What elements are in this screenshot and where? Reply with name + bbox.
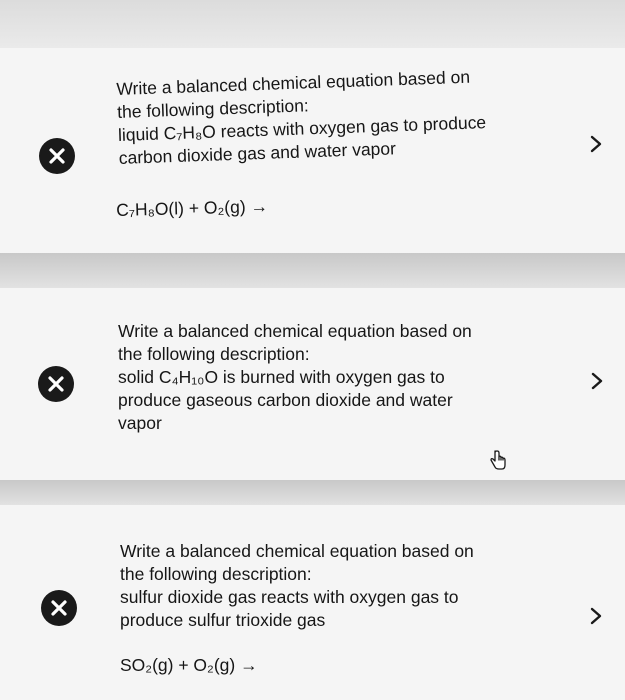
question-3-line-1: Write a balanced chemical equation based… <box>120 541 474 561</box>
question-2-line-4: produce gaseous carbon dioxide and water <box>118 390 453 410</box>
question-2-line-2: the following description: <box>118 344 310 364</box>
question-2-line-1: Write a balanced chemical equation based… <box>118 321 472 341</box>
question-3-equation: SO₂(g) + O₂(g) → <box>120 655 258 675</box>
question-2-text: Write a balanced chemical equation based… <box>118 320 548 435</box>
question-3-line-3: sulfur dioxide gas reacts with oxygen ga… <box>120 587 459 607</box>
card-separator-1 <box>0 253 625 288</box>
question-3-line-2: the following description: <box>120 564 312 584</box>
chevron-right-icon[interactable] <box>587 370 607 392</box>
close-x-icon[interactable] <box>38 366 74 402</box>
close-x-icon[interactable] <box>39 138 75 174</box>
question-2-line-5: vapor <box>118 413 162 433</box>
question-1-text: Write a balanced chemical equation based… <box>116 63 559 170</box>
hand-cursor-icon <box>487 448 509 477</box>
chevron-right-icon[interactable] <box>586 605 606 627</box>
question-3-text: Write a balanced chemical equation based… <box>120 540 560 632</box>
top-toolbar-strip <box>0 0 625 48</box>
question-1-equation: C₇H₈O(l) + O₂(g) → <box>116 196 269 220</box>
question-3-line-4: produce sulfur trioxide gas <box>120 610 326 630</box>
chevron-right-icon[interactable] <box>586 133 606 155</box>
question-2-line-3: solid C₄H₁₀O is burned with oxygen gas t… <box>118 367 445 387</box>
close-x-icon[interactable] <box>41 590 77 626</box>
card-separator-2 <box>0 480 625 505</box>
